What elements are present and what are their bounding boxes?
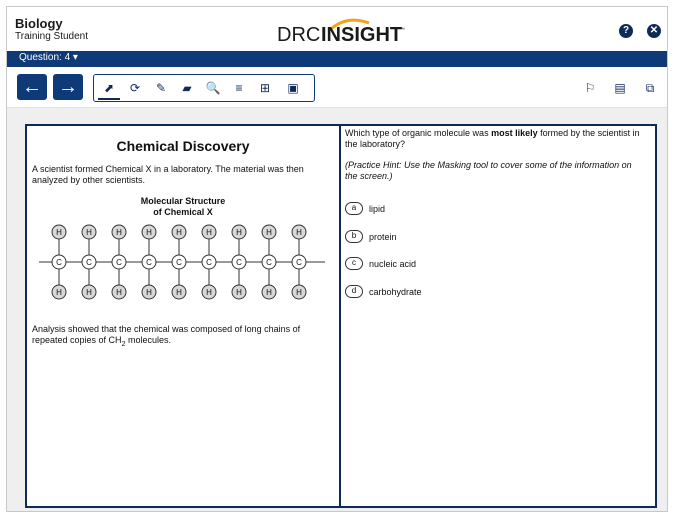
subject-title: Biology xyxy=(15,16,63,31)
hydrogen-atom-label: H xyxy=(236,288,242,297)
highlighter-icon[interactable]: ✎ xyxy=(152,79,170,97)
hydrogen-atom-label: H xyxy=(206,228,212,237)
hydrogen-atom-label: H xyxy=(176,288,182,297)
hydrogen-atom-label: H xyxy=(86,228,92,237)
hydrogen-atom-label: H xyxy=(56,288,62,297)
analysis-text-end: molecules. xyxy=(125,335,171,345)
review-icon[interactable]: ⧉ xyxy=(643,81,657,95)
magnifier-icon[interactable]: 🔍 xyxy=(204,79,222,97)
student-name: Training Student xyxy=(15,31,89,42)
carbon-atom-label: C xyxy=(296,258,302,267)
carbon-atom-label: C xyxy=(116,258,122,267)
practice-hint: (Practice Hint: Use the Masking tool to … xyxy=(345,160,632,181)
option-text: lipid xyxy=(369,203,386,214)
passage-title: Chemical Discovery xyxy=(116,138,250,154)
line-reader-icon[interactable]: ≡ xyxy=(230,79,248,97)
hydrogen-atom-label: H xyxy=(296,228,302,237)
grid-icon[interactable]: ⊞ xyxy=(256,79,274,97)
forward-button[interactable]: → xyxy=(53,74,83,100)
pointer-icon[interactable]: ⬈ xyxy=(100,79,118,97)
help-icon[interactable]: ? xyxy=(619,24,633,38)
content-area: Chemical Discovery A scientist formed Ch… xyxy=(7,108,667,511)
option-text: protein xyxy=(369,231,397,242)
option-bubble[interactable]: c xyxy=(345,257,363,271)
passage-analysis: Analysis showed that the chemical was co… xyxy=(32,324,332,350)
sticky-note-icon[interactable]: ▰ xyxy=(178,79,196,97)
passage-pane: Chemical Discovery A scientist formed Ch… xyxy=(25,124,341,508)
structure-title-line1: Molecular Structure xyxy=(140,196,226,206)
option-a[interactable]: a lipid xyxy=(345,200,386,216)
close-icon[interactable]: ✕ xyxy=(647,24,661,38)
logo-right-text: INSIGHT xyxy=(321,24,402,45)
stem-text: Which type of organic molecule was xyxy=(345,128,492,138)
option-d[interactable]: d carbohydrate xyxy=(345,283,422,299)
carbon-atom-label: C xyxy=(86,258,92,267)
hydrogen-atom-label: H xyxy=(236,228,242,237)
question-selector[interactable]: Question: 4 ▾ xyxy=(19,52,78,63)
question-bar: Question: 4 ▾ xyxy=(7,51,667,67)
carbon-atom-label: C xyxy=(176,258,182,267)
masking-icon[interactable]: ▣ xyxy=(284,79,302,97)
hydrogen-atom-label: H xyxy=(296,288,302,297)
hydrogen-atom-label: H xyxy=(116,288,122,297)
option-text: carbohydrate xyxy=(369,286,422,297)
hydrogen-atom-label: H xyxy=(206,288,212,297)
option-bubble[interactable]: b xyxy=(345,230,363,244)
option-bubble[interactable]: a xyxy=(345,202,363,216)
question-pane: Which type of organic molecule was most … xyxy=(339,124,657,508)
active-tool-underline xyxy=(98,98,120,100)
option-c[interactable]: c nucleic acid xyxy=(345,255,417,271)
back-button[interactable]: ← xyxy=(17,74,47,100)
carbon-atom-label: C xyxy=(56,258,62,267)
hydrogen-atom-label: H xyxy=(266,228,272,237)
stem-emphasis: most likely xyxy=(491,128,538,138)
flag-icon[interactable]: ⚐ xyxy=(583,81,597,95)
tool-group: ⬈ ⟳ ✎ ▰ 🔍 ≡ ⊞ ▣ xyxy=(93,74,315,102)
hydrogen-atom-label: H xyxy=(146,228,152,237)
drc-insight-logo: DRC INSIGHT ™ xyxy=(277,18,405,45)
question-stem: Which type of organic molecule was most … xyxy=(345,128,645,150)
toolbar: ← → ⬈ ⟳ ✎ ▰ 🔍 ≡ ⊞ ▣ ⚐ ▤ ⧉ xyxy=(7,67,667,108)
hydrogen-atom-label: H xyxy=(116,228,122,237)
molecular-structure-diagram: H C H H C H H C H H C H H C H H C H H C H H C H H C H xyxy=(39,224,325,300)
carbon-atom-label: C xyxy=(206,258,212,267)
option-bubble[interactable]: d xyxy=(345,285,363,299)
carbon-atom-label: C xyxy=(266,258,272,267)
carbon-atom-label: C xyxy=(146,258,152,267)
notepad-icon[interactable]: ▤ xyxy=(613,81,627,95)
logo-tm: ™ xyxy=(400,27,405,33)
carbon-atom-label: C xyxy=(236,258,242,267)
hydrogen-atom-label: H xyxy=(266,288,272,297)
structure-title: Molecular Structure of Chemical X xyxy=(27,196,339,218)
refresh-icon[interactable]: ⟳ xyxy=(126,79,144,97)
logo-left-text: DRC xyxy=(277,24,320,45)
hydrogen-atom-label: H xyxy=(56,228,62,237)
hydrogen-atom-label: H xyxy=(146,288,152,297)
header: Biology Training Student DRC INSIGHT ™ ?… xyxy=(7,7,667,51)
passage-intro: A scientist formed Chemical X in a labor… xyxy=(32,164,304,185)
hydrogen-atom-label: H xyxy=(176,228,182,237)
hydrogen-atom-label: H xyxy=(86,288,92,297)
app-window: Biology Training Student DRC INSIGHT ™ ?… xyxy=(6,6,668,512)
option-b[interactable]: b protein xyxy=(345,228,397,244)
option-text: nucleic acid xyxy=(369,258,417,269)
structure-title-line2: of Chemical X xyxy=(153,207,213,217)
